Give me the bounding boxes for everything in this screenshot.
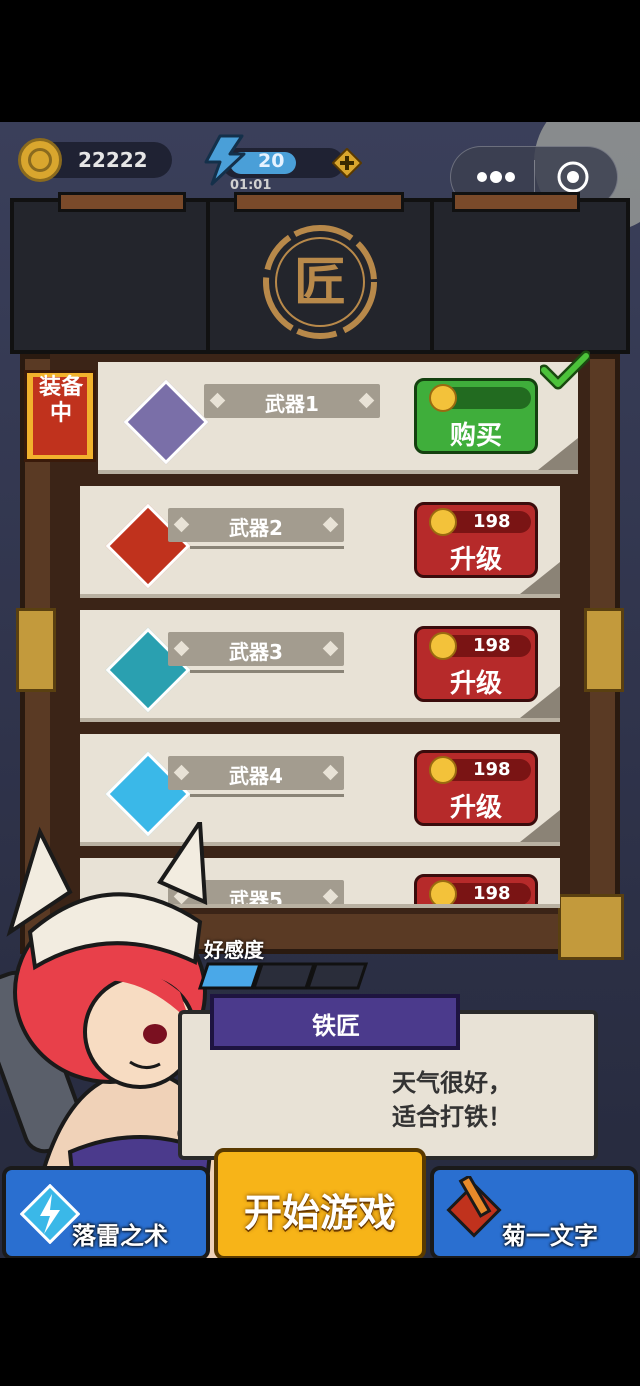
- capsule-divider: [534, 160, 535, 194]
- buy-button[interactable]: 购买: [414, 378, 538, 454]
- roof-panel-right: [430, 198, 630, 354]
- paper-fold: [520, 810, 560, 842]
- name-underline: [190, 546, 344, 549]
- lightning-skill-icon: [20, 1184, 80, 1244]
- board-corner: [558, 894, 624, 960]
- upgrade-label: 升级: [449, 669, 502, 699]
- equipped-label: 装备中: [38, 375, 83, 426]
- blacksmith-emblem: 匠: [258, 225, 377, 339]
- coin-icon: [429, 880, 457, 904]
- favor-bar: [198, 962, 368, 990]
- item-name-bar: 武器4: [168, 756, 344, 790]
- item-name-bar: 武器2: [168, 508, 344, 542]
- more-icon[interactable]: [474, 168, 518, 186]
- upgrade-button[interactable]: 198: [414, 874, 538, 904]
- game-screen: 22222 20 01:01 匠 武器1 购买 装备中 武器2 198 升级 武…: [0, 122, 640, 1258]
- item-name-bar: 武器1: [204, 384, 380, 418]
- item-name: 武器1: [265, 392, 319, 416]
- favor-label: 好感度: [204, 938, 264, 962]
- coin-icon: [429, 508, 457, 536]
- start-label: 开始游戏: [243, 1191, 396, 1235]
- shop-item-2[interactable]: 武器2 198 升级: [80, 486, 560, 598]
- roof-tab: [452, 192, 580, 212]
- item-name: 武器4: [229, 764, 283, 788]
- roof-panel-left: [10, 198, 210, 354]
- npc-name-plate: 铁匠: [210, 994, 460, 1050]
- weapon-label: 菊一文字: [502, 1222, 598, 1250]
- coin-count: 22222: [78, 148, 148, 172]
- shop-item-3[interactable]: 武器3 198 升级: [80, 610, 560, 722]
- name-underline: [190, 794, 344, 797]
- item-name-bar: 武器3: [168, 632, 344, 666]
- coin-icon: [18, 138, 62, 182]
- coin-icon: [429, 756, 457, 784]
- sword-icon: [446, 1176, 502, 1238]
- dialog-text: 天气很好， 适合打铁！: [322, 1066, 582, 1134]
- item-name: 武器3: [229, 640, 283, 664]
- skill-label: 落雷之术: [72, 1222, 168, 1250]
- dialog-line-1: 天气很好，: [392, 1069, 512, 1097]
- shop-item-1[interactable]: 武器1 购买: [98, 362, 578, 474]
- upgrade-label: 升级: [449, 545, 502, 575]
- close-miniprogram-icon[interactable]: [556, 160, 590, 194]
- name-underline: [190, 670, 344, 673]
- roof-tab: [58, 192, 186, 212]
- item-name: 武器2: [229, 516, 283, 540]
- weapon-button[interactable]: 菊一文字: [430, 1166, 638, 1258]
- skill-button[interactable]: 落雷之术: [2, 1166, 210, 1258]
- item-price: 198: [473, 511, 511, 532]
- energy-value: 20: [258, 150, 285, 172]
- npc-name: 铁匠: [312, 1012, 360, 1040]
- weapon-icon: [123, 379, 209, 465]
- upgrade-label: 升级: [449, 793, 502, 823]
- check-icon: [540, 350, 590, 390]
- board-bracket-left: [16, 608, 56, 692]
- item-price: 198: [473, 759, 511, 780]
- paper-fold: [538, 438, 578, 470]
- start-game-button[interactable]: 开始游戏: [214, 1148, 426, 1258]
- paper-fold: [520, 686, 560, 718]
- roof-tab: [234, 192, 404, 212]
- buy-label: 购买: [449, 421, 502, 451]
- coin-icon: [429, 384, 457, 412]
- item-price: 198: [473, 635, 511, 656]
- energy-timer: 01:01: [230, 178, 272, 193]
- paper-fold: [520, 562, 560, 594]
- dialog-line-2: 适合打铁！: [392, 1103, 512, 1131]
- add-energy-button[interactable]: [332, 148, 362, 178]
- emblem-char: 匠: [294, 252, 346, 313]
- item-price: 198: [473, 883, 511, 904]
- coin-icon: [429, 632, 457, 660]
- board-bracket-right: [584, 608, 624, 692]
- equipped-tag: 装备中: [24, 370, 96, 462]
